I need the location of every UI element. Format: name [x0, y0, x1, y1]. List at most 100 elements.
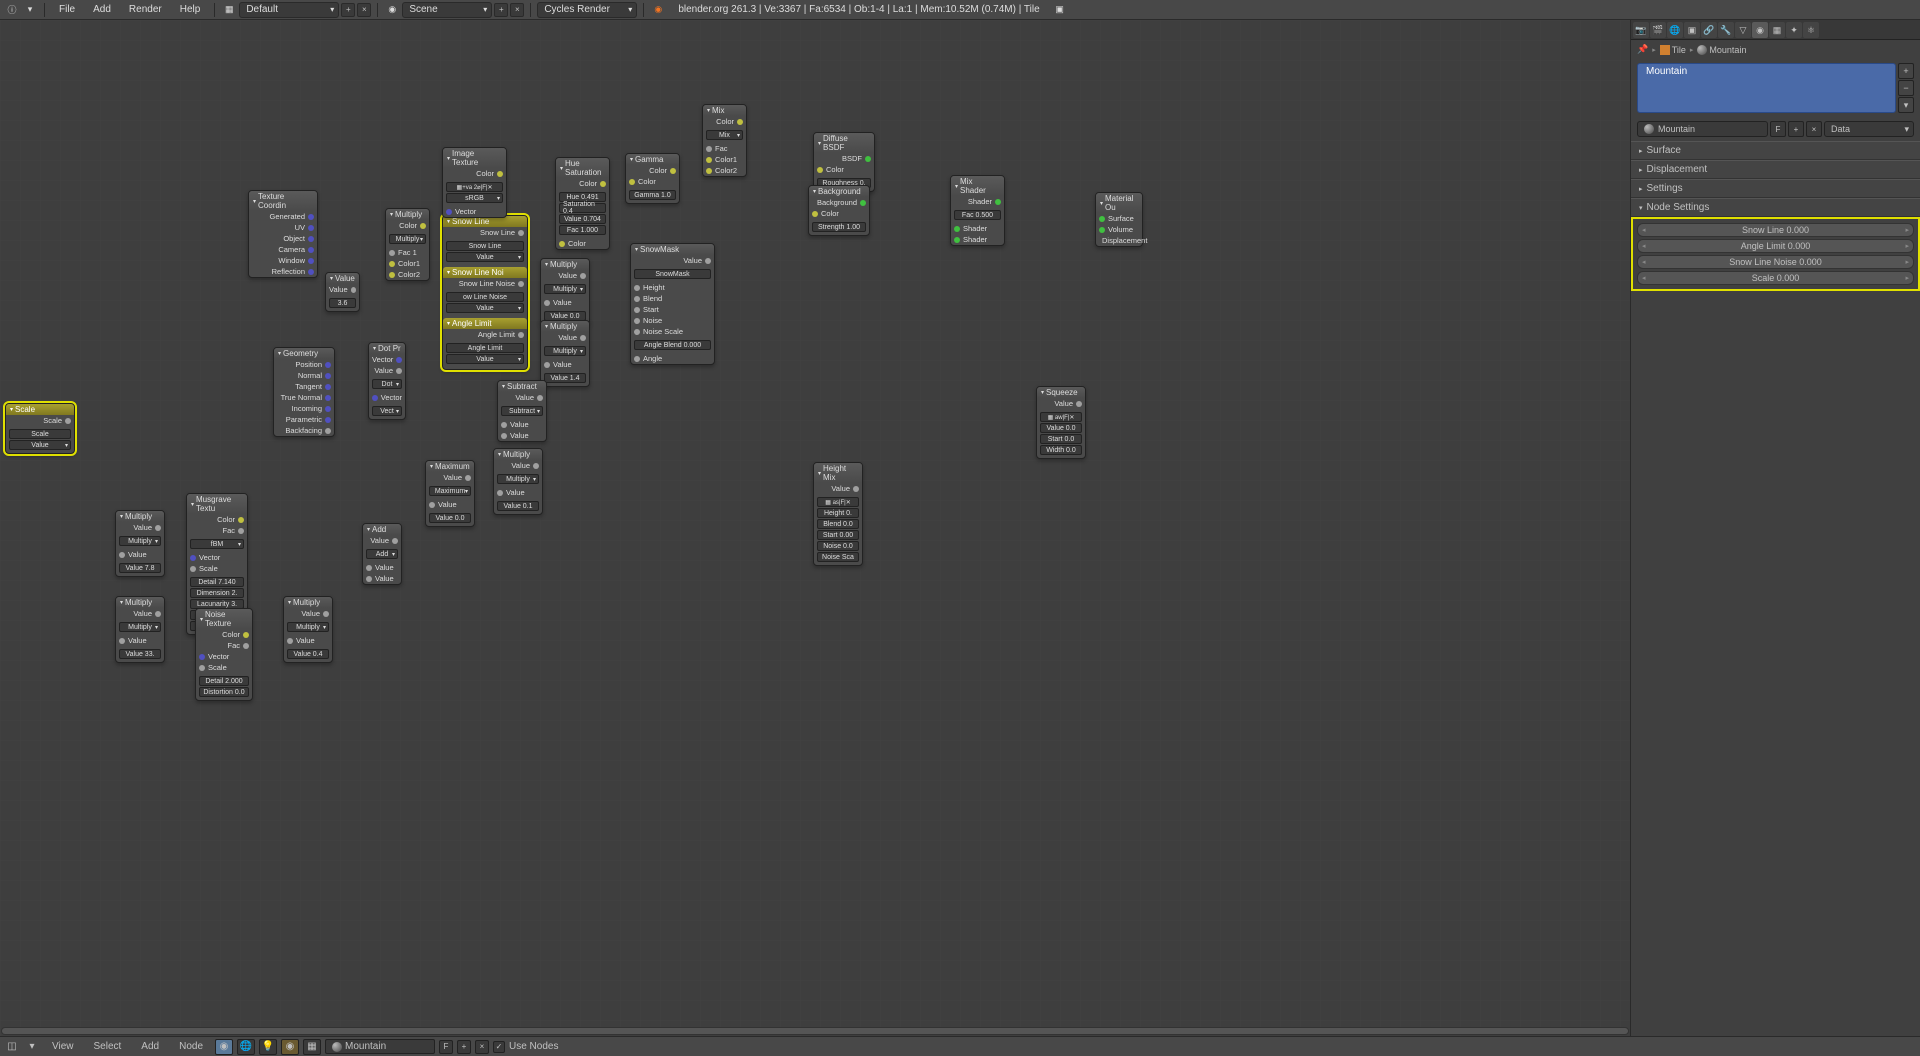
node-dot-product[interactable]: ▾Dot Pr Vector Value Dot Vector Vect: [368, 342, 406, 420]
crumb-material[interactable]: Mountain: [1697, 45, 1746, 55]
node-group-highlighted[interactable]: ▾Snow Line Snow Line Snow Line Value ▾Sn…: [442, 215, 528, 370]
menu-add[interactable]: Add: [85, 2, 119, 17]
node-mix[interactable]: ▾Mix Color Mix Fac Color1 Color2: [702, 104, 747, 177]
node-value[interactable]: ▾Value Value 3.6: [325, 272, 360, 312]
material-add-bottom[interactable]: +: [457, 1040, 471, 1054]
slot-menu[interactable]: ▾: [1898, 97, 1914, 113]
layout-select[interactable]: Default: [239, 2, 339, 18]
panel-displacement[interactable]: ▸Displacement: [1631, 160, 1920, 179]
panel-surface[interactable]: ▸Surface: [1631, 141, 1920, 160]
node-noise[interactable]: ▾Noise Texture Color Fac Vector Scale De…: [195, 608, 253, 701]
node-multiply-7[interactable]: ▾Multiply Value Multiply Value Value 33.: [115, 596, 165, 663]
scene-add[interactable]: +: [494, 3, 508, 17]
node-multiply-color[interactable]: ▾Multiply Color Multiply Fac 1 Color1 Co…: [385, 208, 430, 281]
node-texture-coordinate[interactable]: ▾Texture Coordin Generated UV Object Cam…: [248, 190, 318, 278]
hscrollbar[interactable]: [1, 1027, 1629, 1035]
menu-render[interactable]: Render: [121, 2, 170, 17]
panel-node-settings[interactable]: ▾Node Settings: [1631, 198, 1920, 217]
scene-select[interactable]: Scene: [402, 2, 492, 18]
menu-view[interactable]: View: [44, 1039, 82, 1054]
material-name-field[interactable]: Mountain: [1637, 121, 1768, 137]
crumb-object[interactable]: Tile: [1660, 45, 1686, 55]
node-hue-saturation[interactable]: ▾Hue Saturation Color Hue 0.491 Saturati…: [555, 157, 610, 250]
menu-select[interactable]: Select: [86, 1039, 130, 1054]
node-diffuse-bsdf[interactable]: ▾Diffuse BSDF BSDF Color Roughness 0.: [813, 132, 875, 192]
node-mix-shader[interactable]: ▾Mix Shader Shader Fac 0.500 Shader Shad…: [950, 175, 1005, 246]
node-snowmask[interactable]: ▾SnowMask Value SnowMask Height Blend St…: [630, 243, 715, 365]
slider-snow-line[interactable]: Snow Line 0.000: [1637, 223, 1914, 237]
info-editor-icon[interactable]: ⓘ: [4, 2, 20, 18]
tab-physics[interactable]: ⚛: [1803, 22, 1819, 38]
slot-add[interactable]: +: [1898, 63, 1914, 79]
slot-remove[interactable]: −: [1898, 80, 1914, 96]
editor-type-icon[interactable]: ◫: [4, 1039, 20, 1055]
node-gamma[interactable]: ▾Gamma Color Color Gamma 1.0: [625, 153, 680, 204]
expand-icon[interactable]: ▾: [24, 1039, 40, 1055]
node-background[interactable]: ▾Background Background Color Strength 1.…: [808, 185, 870, 236]
tab-object[interactable]: ▣: [1684, 22, 1700, 38]
tab-world[interactable]: 🌐: [1667, 22, 1683, 38]
top-menu-bar: ⓘ ▾ File Add Render Help ▦ Default + × ◉…: [0, 0, 1920, 20]
node-editor[interactable]: ▾Scale Scale Scale Value ▾Value Value 3.…: [0, 20, 1630, 1036]
material-fake-user[interactable]: F: [1770, 121, 1786, 137]
tab-constraints[interactable]: 🔗: [1701, 22, 1717, 38]
material-selector-row: Mountain F + × Data: [1637, 121, 1914, 137]
node-maximum[interactable]: ▾Maximum Value Maximum Value Value 0.0: [425, 460, 475, 527]
node-multiply-6[interactable]: ▾Multiply Value Multiply Value Value 7.8: [115, 510, 165, 577]
node-material-output[interactable]: ▾Material Ou Surface Volume Displacement: [1095, 192, 1143, 247]
node-multiply-8[interactable]: ▾Multiply Value Multiply Value Value 0.4: [283, 596, 333, 663]
properties-tabs: 📷 🎬 🌐 ▣ 🔗 🔧 ▽ ◉ ▦ ✦ ⚛: [1631, 20, 1920, 40]
node-squeeze[interactable]: ▾Squeeze Value ▦ aw|F|✕ Value 0.0 Start …: [1036, 386, 1086, 459]
layout-remove[interactable]: ×: [357, 3, 371, 17]
material-new[interactable]: +: [1788, 121, 1804, 137]
scene-icon[interactable]: ◉: [384, 2, 400, 18]
node-multiply-2[interactable]: ▾Multiply Value Multiply Value Value 0.0: [540, 258, 590, 325]
scale-value-field[interactable]: Value: [9, 440, 71, 450]
tab-render[interactable]: 📷: [1633, 22, 1649, 38]
material-unlink-bottom[interactable]: ×: [475, 1040, 489, 1054]
engine-select[interactable]: Cycles Render: [537, 2, 637, 18]
breadcrumb: 📌 ▸ Tile ▸ Mountain: [1631, 40, 1920, 59]
tab-material[interactable]: ◉: [1752, 22, 1768, 38]
tab-particles[interactable]: ✦: [1786, 22, 1802, 38]
material-slot[interactable]: Mountain: [1637, 63, 1896, 113]
tab-scene[interactable]: 🎬: [1650, 22, 1666, 38]
shader-type-object[interactable]: ◉: [215, 1039, 233, 1055]
tree-type-shader[interactable]: ◉: [281, 1039, 299, 1055]
node-add[interactable]: ▾Add Value Add Value Value: [362, 523, 402, 585]
tab-texture[interactable]: ▦: [1769, 22, 1785, 38]
menu-file[interactable]: File: [51, 2, 83, 17]
material-field[interactable]: Mountain: [325, 1039, 435, 1054]
menu-help[interactable]: Help: [172, 2, 209, 17]
slider-scale[interactable]: Scale 0.000: [1637, 271, 1914, 285]
expand-icon[interactable]: ▾: [22, 2, 38, 18]
menu-node[interactable]: Node: [171, 1039, 211, 1054]
tab-data[interactable]: ▽: [1735, 22, 1751, 38]
node-multiply-3[interactable]: ▾Multiply Value Multiply Value Value 1.4: [540, 320, 590, 387]
scale-field[interactable]: Scale: [9, 429, 71, 439]
node-geometry[interactable]: ▾Geometry Position Normal Tangent True N…: [273, 347, 335, 437]
node-multiply-5[interactable]: ▾Multiply Value Multiply Value Value 0.1: [493, 448, 543, 515]
tab-modifiers[interactable]: 🔧: [1718, 22, 1734, 38]
layout-add[interactable]: +: [341, 3, 355, 17]
node-height-mix[interactable]: ▾Height Mix Value ▦ as|F|✕ Height 0. Ble…: [813, 462, 863, 566]
slider-snow-line-noise[interactable]: Snow Line Noise 0.000: [1637, 255, 1914, 269]
shader-type-lamp[interactable]: 💡: [259, 1039, 277, 1055]
shader-type-world[interactable]: 🌐: [237, 1039, 255, 1055]
scene-remove[interactable]: ×: [510, 3, 524, 17]
panel-settings[interactable]: ▸Settings: [1631, 179, 1920, 198]
node-scale[interactable]: ▾Scale Scale Scale Value: [5, 403, 75, 454]
layout-icon[interactable]: ▦: [221, 2, 237, 18]
tree-type-compositor[interactable]: ▦: [303, 1039, 321, 1055]
node-image-texture[interactable]: ▾Image Texture Color ▦+va 2⌀|F|✕ sRGB Ve…: [442, 147, 507, 218]
pin-icon[interactable]: 📌: [1637, 44, 1648, 55]
use-nodes-toggle[interactable]: ✓Use Nodes: [493, 1041, 558, 1053]
node-subtract[interactable]: ▾Subtract Value Subtract Value Value: [497, 380, 547, 442]
window-icon[interactable]: ▣: [1052, 2, 1068, 18]
material-unlink[interactable]: ×: [1806, 121, 1822, 137]
link-type-select[interactable]: Data: [1824, 121, 1914, 137]
material-fake-user-bottom[interactable]: F: [439, 1040, 453, 1054]
menu-add-bottom[interactable]: Add: [133, 1039, 167, 1054]
slider-angle-limit[interactable]: Angle Limit 0.000: [1637, 239, 1914, 253]
material-slot-list: Mountain + − ▾: [1637, 63, 1914, 113]
